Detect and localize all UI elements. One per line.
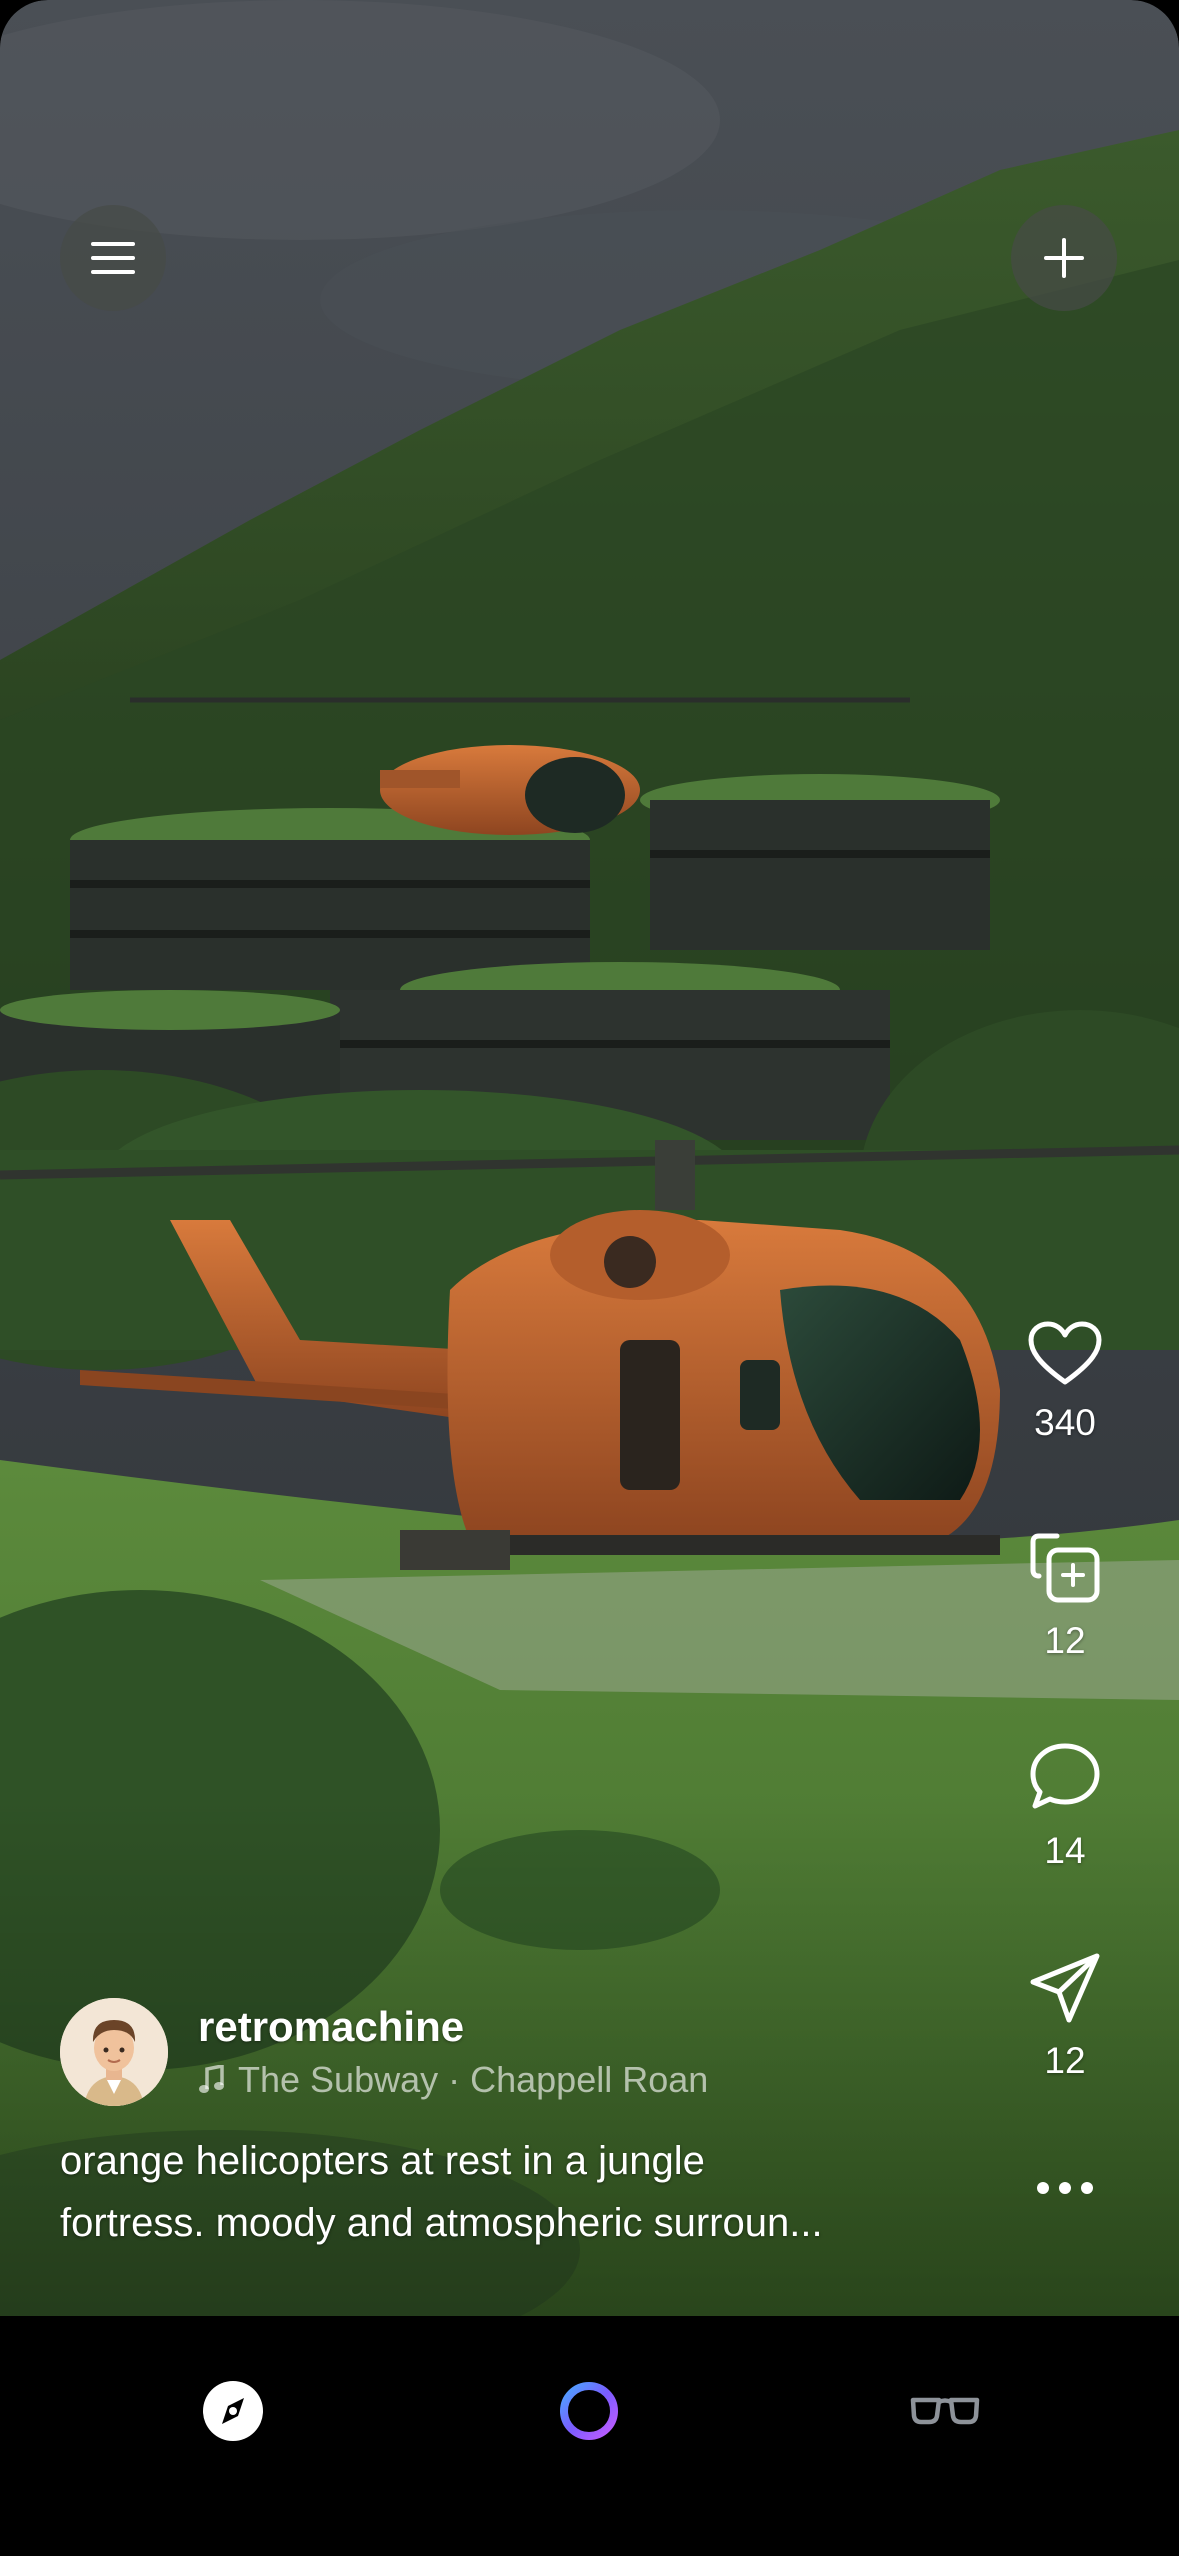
like-button[interactable]: 340 xyxy=(1010,1320,1120,1444)
post-image[interactable]: 340 12 14 12 retromachine The Subway · C… xyxy=(0,0,1179,2316)
caption-line-2: fortress. moody and atmospheric surroun.… xyxy=(60,2201,823,2245)
heart-icon xyxy=(1028,1321,1102,1385)
comment-button[interactable]: 14 xyxy=(1010,1740,1120,1872)
remix-button[interactable]: 12 xyxy=(1010,1530,1120,1662)
music-separator: · xyxy=(448,2059,461,2100)
paper-plane-icon xyxy=(1030,1953,1100,2023)
menu-button[interactable] xyxy=(60,205,166,311)
hamburger-icon xyxy=(91,242,135,274)
music-track[interactable]: The Subway · Chappell Roan xyxy=(198,2059,708,2101)
glasses-icon xyxy=(910,2397,980,2425)
avatar-illustration xyxy=(60,1998,168,2106)
post-caption[interactable]: orange helicopters at rest in a jungle f… xyxy=(60,2130,990,2254)
post-author: retromachine The Subway · Chappell Roan xyxy=(60,1998,708,2106)
share-button[interactable]: 12 xyxy=(1010,1950,1120,2082)
like-count: 340 xyxy=(1034,1402,1096,1443)
tab-create[interactable] xyxy=(549,2376,629,2446)
remix-icon xyxy=(1030,1533,1100,1603)
plus-icon xyxy=(1044,238,1084,278)
compass-icon xyxy=(203,2381,263,2441)
artist-name: Chappell Roan xyxy=(470,2059,709,2100)
tab-view[interactable] xyxy=(905,2376,985,2446)
remix-count: 12 xyxy=(1044,1620,1086,1661)
avatar[interactable] xyxy=(60,1998,168,2106)
add-post-button[interactable] xyxy=(1011,205,1117,311)
app-screen: 340 12 14 12 retromachine The Subway · C… xyxy=(0,0,1179,2556)
tab-explore[interactable] xyxy=(193,2376,273,2446)
share-count: 12 xyxy=(1044,2040,1086,2081)
bottom-tab-bar xyxy=(0,2316,1179,2556)
music-note-icon xyxy=(199,2065,224,2093)
caption-line-1: orange helicopters at rest in a jungle xyxy=(60,2139,705,2183)
username[interactable]: retromachine xyxy=(198,2003,708,2051)
comment-bubble-icon xyxy=(1030,1743,1100,1809)
ring-icon xyxy=(560,2382,618,2440)
more-dots-icon xyxy=(1037,2182,1093,2194)
comment-count: 14 xyxy=(1044,1830,1086,1871)
more-button[interactable] xyxy=(1010,2180,1120,2196)
song-title: The Subway xyxy=(238,2059,439,2100)
